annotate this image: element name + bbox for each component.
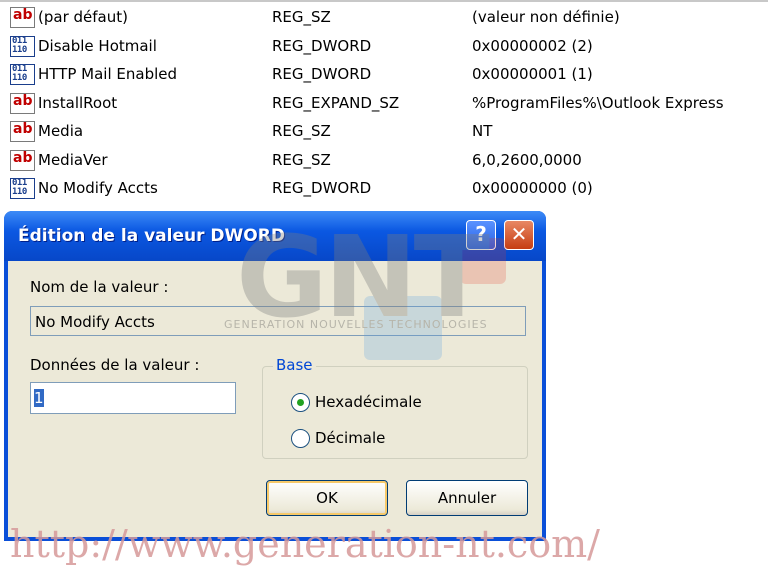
dialog-title: Édition de la valeur DWORD bbox=[18, 226, 285, 246]
value-type: REG_DWORD bbox=[272, 36, 372, 55]
string-value-icon: ab bbox=[10, 7, 35, 28]
registry-values-list: ab (par défaut) REG_SZ (valeur non défin… bbox=[0, 4, 768, 204]
value-data: 0x00000000 (0) bbox=[472, 179, 593, 197]
value-name: Media bbox=[38, 122, 84, 140]
hexadecimal-label[interactable]: Hexadécimale bbox=[315, 393, 422, 411]
radio-selected-dot bbox=[297, 399, 304, 406]
help-button[interactable]: ? bbox=[466, 220, 496, 250]
value-name-field: No Modify Accts bbox=[30, 306, 526, 336]
value-data: NT bbox=[472, 122, 493, 140]
value-type: REG_SZ bbox=[272, 150, 331, 169]
value-name: MediaVer bbox=[38, 150, 108, 169]
edit-dword-dialog: Édition de la valeur DWORD ? ✕ Nom de la… bbox=[4, 211, 546, 541]
registry-row[interactable]: 011 110 Disable Hotmail REG_DWORD 0x0000… bbox=[0, 33, 768, 62]
value-name-label: Nom de la valeur : bbox=[30, 278, 169, 296]
value-data-text: 1 bbox=[34, 389, 44, 407]
registry-row[interactable]: ab MediaVer REG_SZ 6,0,2600,0000 bbox=[0, 147, 768, 176]
close-button[interactable]: ✕ bbox=[504, 220, 534, 250]
registry-row[interactable]: ab (par défaut) REG_SZ (valeur non défin… bbox=[0, 4, 768, 33]
value-type: REG_SZ bbox=[272, 8, 331, 26]
list-header-border bbox=[0, 0, 768, 2]
value-type: REG_DWORD bbox=[272, 179, 372, 197]
url-watermark: http://www.generation-nt.com/ bbox=[10, 522, 600, 566]
help-icon: ? bbox=[475, 222, 487, 246]
value-data: 0x00000001 (1) bbox=[472, 65, 593, 83]
binary-value-icon: 011 110 bbox=[10, 178, 35, 199]
hexadecimal-radio[interactable] bbox=[291, 393, 310, 412]
value-data: (valeur non définie) bbox=[472, 8, 620, 26]
value-data-label: Données de la valeur : bbox=[30, 356, 200, 374]
string-value-icon: ab bbox=[10, 92, 35, 114]
dialog-body: Nom de la valeur : No Modify Accts Donné… bbox=[8, 261, 542, 537]
decimal-radio[interactable] bbox=[291, 429, 310, 448]
string-value-icon: ab bbox=[10, 121, 35, 142]
value-data: 6,0,2600,0000 bbox=[472, 150, 582, 169]
registry-row[interactable]: ab InstallRoot REG_EXPAND_SZ %ProgramFil… bbox=[0, 90, 768, 119]
value-name: Disable Hotmail bbox=[38, 36, 157, 55]
base-legend: Base bbox=[273, 356, 316, 374]
value-type: REG_DWORD bbox=[272, 65, 372, 83]
binary-value-icon: 011 110 bbox=[10, 35, 35, 57]
string-value-icon: ab bbox=[10, 149, 35, 171]
value-type: REG_EXPAND_SZ bbox=[272, 93, 400, 112]
value-data: %ProgramFiles%\Outlook Express bbox=[472, 93, 724, 112]
value-name: InstallRoot bbox=[38, 93, 118, 112]
value-name: HTTP Mail Enabled bbox=[38, 65, 178, 83]
binary-value-icon: 011 110 bbox=[10, 64, 35, 85]
decimal-label[interactable]: Décimale bbox=[315, 429, 385, 447]
value-data-input[interactable]: 1 bbox=[30, 382, 236, 414]
value-type: REG_SZ bbox=[272, 122, 331, 140]
registry-row[interactable]: 011 110 No Modify Accts REG_DWORD 0x0000… bbox=[0, 175, 768, 204]
registry-row[interactable]: 011 110 HTTP Mail Enabled REG_DWORD 0x00… bbox=[0, 61, 768, 90]
close-icon: ✕ bbox=[510, 222, 528, 246]
ok-button[interactable]: OK bbox=[266, 480, 388, 516]
value-name: No Modify Accts bbox=[38, 179, 158, 197]
cancel-button[interactable]: Annuler bbox=[406, 480, 528, 516]
registry-row[interactable]: ab Media REG_SZ NT bbox=[0, 118, 768, 147]
base-groupbox: Base Hexadécimale Décimale bbox=[262, 356, 528, 459]
dialog-titlebar[interactable]: Édition de la valeur DWORD ? ✕ bbox=[4, 211, 546, 261]
value-name: (par défaut) bbox=[38, 8, 128, 26]
value-data: 0x00000002 (2) bbox=[472, 36, 593, 55]
